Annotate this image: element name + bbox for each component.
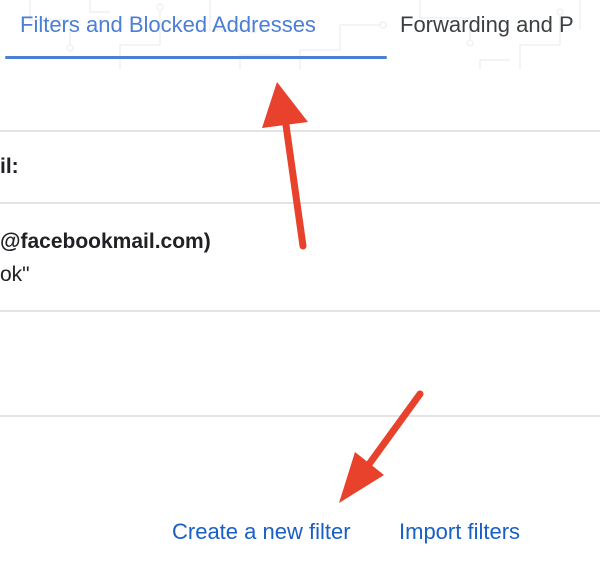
row-divider — [0, 310, 600, 312]
settings-tab-bar: Filters and Blocked Addresses Forwarding… — [0, 0, 600, 70]
row-divider — [0, 202, 600, 204]
filters-heading: il: — [0, 155, 19, 178]
section-divider — [0, 130, 600, 132]
annotation-arrows — [262, 82, 424, 503]
arrow-down-annotation — [339, 390, 424, 503]
tab-forwarding[interactable]: Forwarding and P — [400, 12, 574, 38]
filter-criteria-from: @facebookmail.com) — [0, 230, 211, 253]
active-tab-indicator — [5, 56, 387, 59]
import-filters-link[interactable]: Import filters — [399, 519, 520, 545]
row-divider — [0, 415, 600, 417]
arrow-up-annotation — [262, 82, 308, 250]
filter-criteria-subject: ok" — [0, 263, 30, 286]
tab-filters-and-blocked-addresses[interactable]: Filters and Blocked Addresses — [20, 12, 316, 38]
create-new-filter-link[interactable]: Create a new filter — [172, 519, 351, 545]
